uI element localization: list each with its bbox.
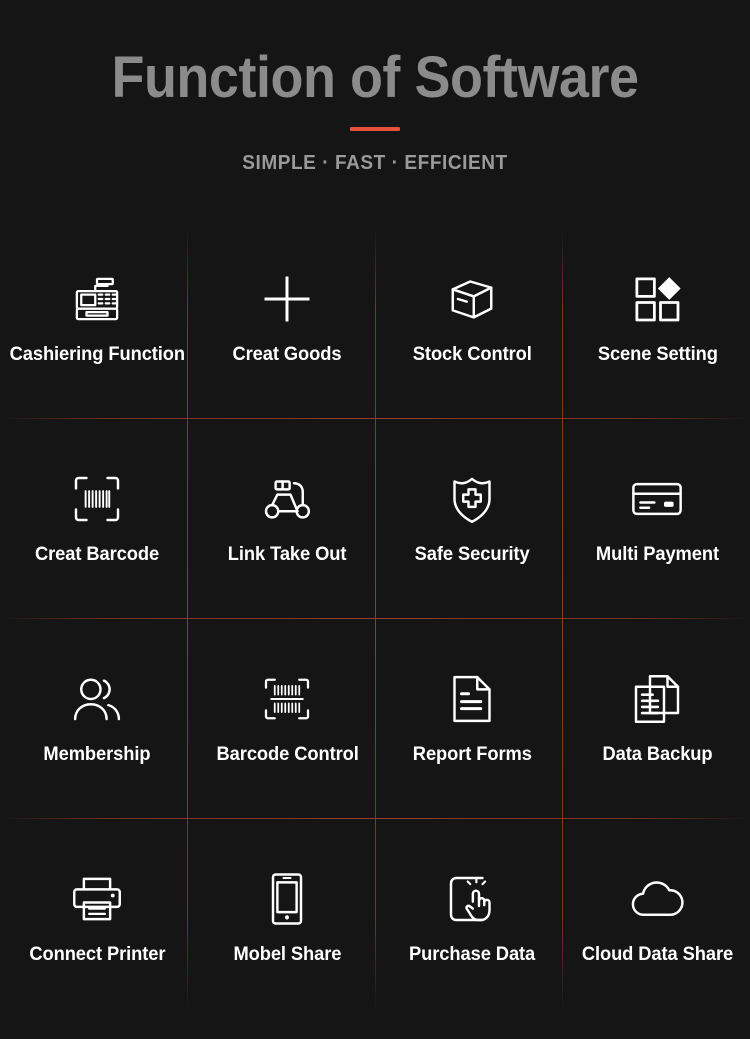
feature-cell-barcode-control[interactable]: Barcode Control [195, 618, 380, 818]
feature-label: Cashiering Function [9, 342, 186, 365]
function-of-software-page: Function of Software SIMPLE · FAST · EFF… [0, 0, 750, 1039]
barcode-scan-icon [69, 471, 125, 527]
feature-cell-creat-barcode[interactable]: Creat Barcode [0, 418, 195, 618]
feature-cell-data-backup[interactable]: Data Backup [565, 618, 750, 818]
feature-cell-scene-setting[interactable]: Scene Setting [565, 218, 750, 418]
document-icon [444, 671, 500, 727]
feature-cell-multi-payment[interactable]: Multi Payment [565, 418, 750, 618]
accent-bar [350, 126, 400, 131]
box-icon [444, 271, 500, 327]
scooter-icon [259, 471, 315, 527]
grid-diamond-icon [629, 271, 685, 327]
page-subtitle: SIMPLE · FAST · EFFICIENT [242, 151, 508, 174]
feature-label: Report Forms [412, 742, 532, 765]
feature-cell-membership[interactable]: Membership [0, 618, 195, 818]
feature-label: Stock Control [412, 342, 532, 365]
cash-register-icon [69, 271, 125, 327]
feature-cell-cloud-data-share[interactable]: Cloud Data Share [565, 818, 750, 1018]
cloud-icon [629, 871, 685, 927]
feature-label: Cloud Data Share [581, 942, 734, 965]
feature-label: Data Backup [602, 742, 713, 765]
feature-label: Creat Barcode [35, 542, 160, 565]
accent-divider [0, 126, 750, 132]
feature-label: Link Take Out [227, 542, 347, 565]
feature-label: Connect Printer [29, 942, 166, 965]
documents-stack-icon [629, 671, 685, 727]
feature-cell-stock-control[interactable]: Stock Control [380, 218, 565, 418]
page-title: Function of Software [111, 45, 639, 110]
credit-card-icon [629, 471, 685, 527]
feature-grid: Cashiering Function Creat Goods Stock Co… [0, 218, 750, 1018]
tap-hand-icon [444, 871, 500, 927]
feature-label: Mobel Share [233, 942, 342, 965]
feature-label: Purchase Data [409, 942, 536, 965]
feature-label: Barcode Control [216, 742, 359, 765]
feature-label: Multi Payment [595, 542, 719, 565]
barcode-frame-icon [259, 671, 315, 727]
shield-cross-icon [444, 471, 500, 527]
page-header: Function of Software SIMPLE · FAST · EFF… [0, 0, 750, 175]
feature-grid-section: Cashiering Function Creat Goods Stock Co… [0, 218, 750, 1018]
feature-cell-report-forms[interactable]: Report Forms [380, 618, 565, 818]
feature-label: Membership [43, 742, 151, 765]
plus-icon [259, 271, 315, 327]
users-icon [69, 671, 125, 727]
feature-label: Safe Security [414, 542, 530, 565]
feature-cell-safe-security[interactable]: Safe Security [380, 418, 565, 618]
feature-label: Scene Setting [597, 342, 718, 365]
feature-cell-purchase-data[interactable]: Purchase Data [380, 818, 565, 1018]
printer-icon [69, 871, 125, 927]
feature-cell-mobel-share[interactable]: Mobel Share [195, 818, 380, 1018]
feature-label: Creat Goods [232, 342, 342, 365]
feature-cell-cashiering-function[interactable]: Cashiering Function [0, 218, 195, 418]
mobile-phone-icon [259, 871, 315, 927]
feature-cell-creat-goods[interactable]: Creat Goods [195, 218, 380, 418]
feature-cell-link-take-out[interactable]: Link Take Out [195, 418, 380, 618]
feature-cell-connect-printer[interactable]: Connect Printer [0, 818, 195, 1018]
